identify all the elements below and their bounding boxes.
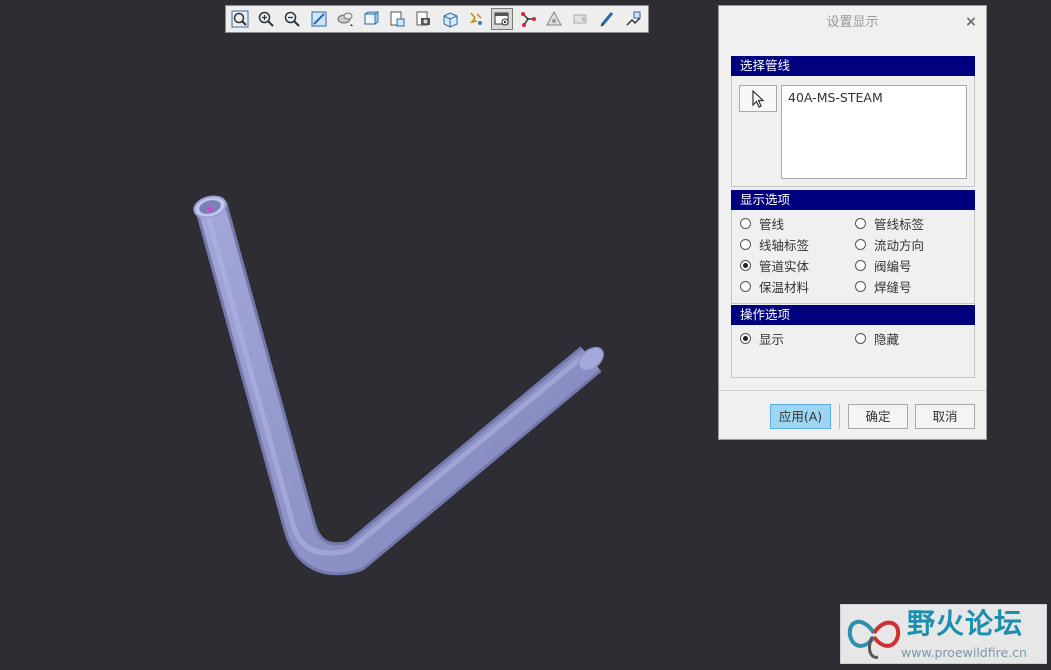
spin-center-icon[interactable]: [334, 8, 356, 30]
radio-indicator[interactable]: [855, 238, 866, 250]
close-icon[interactable]: ×: [964, 15, 978, 29]
radio-pipe-solid[interactable]: 管道实体: [740, 256, 809, 274]
view-toolbar: [225, 5, 649, 33]
watermark-url: www.proewildfire.cn: [901, 645, 1027, 660]
refit-icon[interactable]: [229, 8, 251, 30]
dialog-title: 设置显示: [826, 15, 879, 30]
appearance-icon[interactable]: [412, 8, 434, 30]
radio-indicator[interactable]: [740, 280, 751, 292]
display-style-icon[interactable]: [439, 8, 461, 30]
annotation-icon[interactable]: [543, 8, 565, 30]
radio-label: 阀编号: [874, 258, 912, 274]
radio-label: 焊缝号: [874, 279, 912, 295]
radio-label: 显示: [759, 331, 785, 347]
radio-label: 管线: [759, 216, 785, 232]
radio-indicator[interactable]: [740, 238, 751, 250]
radio-indicator[interactable]: [740, 259, 751, 271]
radio-label: 管道实体: [759, 258, 810, 274]
pipeline-list[interactable]: 40A-MS-STEAM: [781, 85, 967, 179]
radio-pipeline-label[interactable]: 管线标签: [855, 214, 924, 232]
apply-button[interactable]: 应用(A): [770, 404, 831, 429]
radio-spool-label[interactable]: 线轴标签: [740, 235, 809, 253]
pipe-solid[interactable]: [192, 193, 608, 576]
select-pipeline-header: 选择管线: [731, 56, 975, 76]
radio-label: 保温材料: [759, 279, 810, 295]
radio-indicator[interactable]: [855, 280, 866, 292]
radio-insulation[interactable]: 保温材料: [740, 277, 809, 295]
zoom-in-icon[interactable]: [255, 8, 277, 30]
cancel-button[interactable]: 取消: [915, 404, 975, 429]
datum-display-icon[interactable]: [465, 8, 487, 30]
select-pipeline-button[interactable]: [739, 85, 777, 112]
radio-label: 隐藏: [874, 331, 900, 347]
forum-watermark: 野火论坛 www.proewildfire.cn: [840, 604, 1047, 664]
watermark-title: 野火论坛: [907, 607, 1024, 640]
button-separator: [839, 404, 840, 429]
repaint-icon[interactable]: [308, 8, 330, 30]
radio-pipeline[interactable]: 管线: [740, 214, 784, 232]
zoom-out-icon[interactable]: [281, 8, 303, 30]
radio-hide[interactable]: 隐藏: [855, 329, 899, 347]
operation-options-header: 操作选项: [731, 305, 975, 325]
tag-icon[interactable]: [569, 8, 591, 30]
pipeline-icon[interactable]: [622, 8, 644, 30]
radio-label: 流动方向: [874, 237, 925, 253]
dialog-divider: [719, 390, 986, 391]
cursor-arrow-icon: [752, 89, 765, 108]
sketch-icon[interactable]: [596, 8, 618, 30]
radio-indicator[interactable]: [855, 332, 866, 344]
radio-indicator[interactable]: [855, 259, 866, 271]
list-item[interactable]: 40A-MS-STEAM: [788, 90, 960, 105]
radio-weld-number[interactable]: 焊缝号: [855, 277, 912, 295]
pipe-network-icon[interactable]: [517, 8, 539, 30]
radio-label: 管线标签: [874, 216, 925, 232]
radio-show[interactable]: 显示: [740, 329, 784, 347]
set-display-icon[interactable]: [490, 8, 513, 30]
radio-flow-direction[interactable]: 流动方向: [855, 235, 924, 253]
view-manager-icon[interactable]: [386, 8, 408, 30]
radio-indicator[interactable]: [740, 332, 751, 344]
radio-indicator[interactable]: [855, 217, 866, 229]
ok-button[interactable]: 确定: [848, 404, 908, 429]
radio-valve-number[interactable]: 阀编号: [855, 256, 912, 274]
set-display-dialog: 设置显示 × 选择管线 40A-MS-STEAM 显示选项 管线 管线标签 线轴…: [718, 5, 987, 440]
radio-label: 线轴标签: [759, 237, 810, 253]
saved-orientations-icon[interactable]: [360, 8, 382, 30]
display-options-header: 显示选项: [731, 190, 975, 210]
forum-logo-icon: [847, 620, 901, 659]
radio-indicator[interactable]: [740, 217, 751, 229]
